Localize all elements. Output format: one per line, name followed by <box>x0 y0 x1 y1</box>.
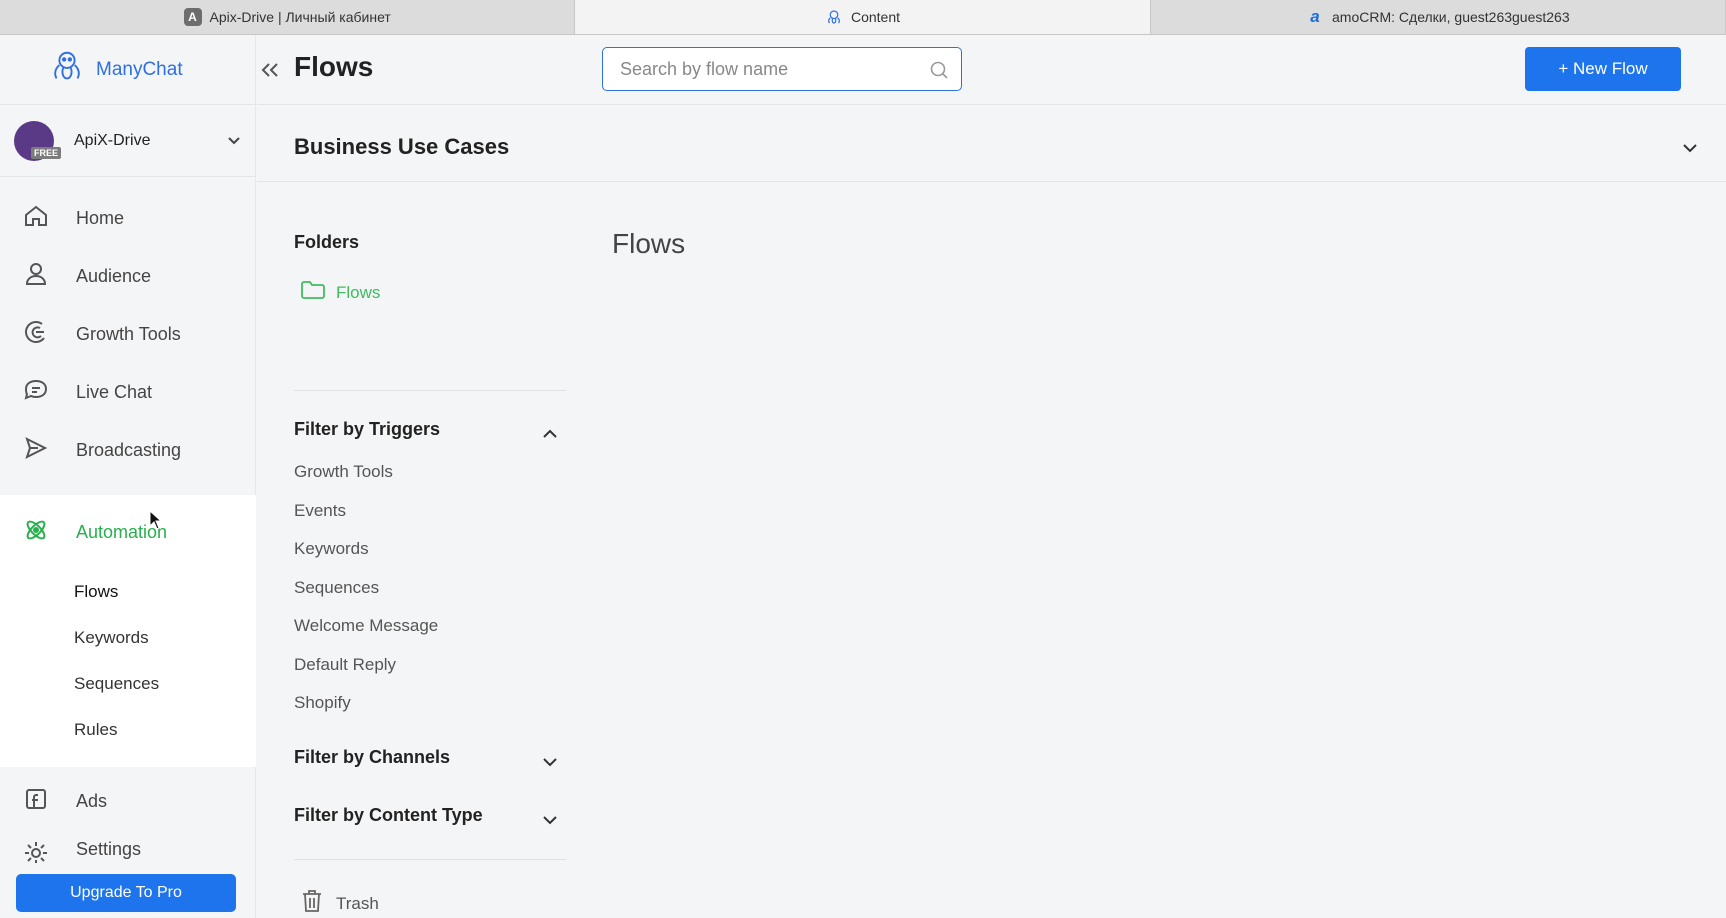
search-input[interactable] <box>620 56 920 82</box>
send-icon <box>22 434 50 467</box>
chevron-down-icon <box>227 133 241 151</box>
collapse-sidebar-icon[interactable] <box>257 57 283 83</box>
facebook-ads-icon <box>22 785 50 818</box>
account-switcher[interactable]: FREE ApiX-Drive <box>0 105 255 177</box>
avatar: FREE <box>14 120 62 161</box>
sidebar-subitem-flows[interactable]: Flows <box>0 569 256 615</box>
sidebar-item-label: Broadcasting <box>76 439 182 460</box>
tab-label: Content <box>850 9 901 25</box>
content-heading: Flows <box>612 228 686 259</box>
sidebar-item-live-chat[interactable]: Live Chat <box>0 363 255 421</box>
sidebar-item-label: Audience <box>76 265 152 286</box>
sidebar-item-label: Growth Tools <box>76 323 181 344</box>
automation-section: Automation Flows Keywords Sequences Rule… <box>0 495 256 767</box>
tab-label: Apix-Drive | Личный кабинет <box>209 9 391 25</box>
business-use-cases-panel[interactable]: Business Use Cases <box>257 106 1726 182</box>
filter-heading: Filter by Channels <box>294 747 451 767</box>
chat-bubble-icon <box>22 376 50 409</box>
sidebar-item-home[interactable]: Home <box>0 189 255 247</box>
manychat-logo-icon <box>48 48 86 91</box>
folder-icon <box>300 280 326 305</box>
browser-tab-strip: A Apix-Drive | Личный кабинет Content a … <box>0 0 1726 35</box>
trigger-filter-growth-tools[interactable]: Growth Tools <box>294 462 438 501</box>
sidebar-subitem-rules[interactable]: Rules <box>0 707 256 753</box>
trigger-filter-sequences[interactable]: Sequences <box>294 578 438 617</box>
sidebar-item-label: Home <box>76 207 125 228</box>
search-field[interactable] <box>602 47 962 91</box>
mouse-cursor-icon <box>149 509 163 535</box>
sidebar-item-label: Live Chat <box>76 381 153 402</box>
new-flow-button[interactable]: + New Flow <box>1525 47 1681 91</box>
sidebar-item-settings[interactable]: Settings <box>0 839 256 863</box>
sidebar-item-audience[interactable]: Audience <box>0 247 255 305</box>
divider <box>294 859 566 860</box>
filter-heading: Filter by Content Type <box>294 805 483 825</box>
trigger-filter-shopify[interactable]: Shopify <box>294 693 438 732</box>
growth-tools-icon <box>22 318 50 351</box>
automation-icon <box>22 516 50 549</box>
folder-label: Flows <box>336 282 381 302</box>
divider <box>294 390 566 391</box>
sidebar-item-label: Settings <box>76 839 142 859</box>
sidebar-subitem-sequences[interactable]: Sequences <box>0 661 256 707</box>
plan-badge: FREE <box>31 146 62 159</box>
brand-logo[interactable]: ManyChat <box>0 35 255 105</box>
account-name: ApiX-Drive <box>74 131 151 149</box>
trash-icon <box>300 888 324 918</box>
browser-tab-content[interactable]: Content <box>575 0 1151 34</box>
page-title: Flows <box>294 51 374 82</box>
trigger-filter-welcome-message[interactable]: Welcome Message <box>294 616 438 655</box>
home-icon <box>22 202 50 235</box>
filter-heading: Filter by Triggers <box>294 419 441 439</box>
tab-label: amoCRM: Сделки, guest263guest263 <box>1332 9 1570 25</box>
trash-label: Trash <box>336 893 379 913</box>
trash-link[interactable]: Trash <box>300 888 379 918</box>
brand-name: ManyChat <box>96 58 183 80</box>
folders-heading: Folders <box>294 232 360 252</box>
gear-icon <box>22 839 50 863</box>
sidebar: ManyChat FREE ApiX-Drive Home Audience G… <box>0 35 256 918</box>
search-icon <box>929 60 949 85</box>
trigger-filter-default-reply[interactable]: Default Reply <box>294 655 438 694</box>
business-use-cases-title: Business Use Cases <box>294 134 510 159</box>
upgrade-button[interactable]: Upgrade To Pro <box>16 874 236 912</box>
trigger-filter-list: Growth Tools Events Keywords Sequences W… <box>294 462 438 732</box>
top-header: Flows + New Flow <box>257 35 1726 105</box>
chevron-up-icon <box>542 423 558 444</box>
sidebar-item-growth-tools[interactable]: Growth Tools <box>0 305 255 363</box>
sidebar-item-ads[interactable]: Ads <box>0 772 256 830</box>
chevron-down-icon <box>542 751 558 772</box>
sidebar-item-broadcasting[interactable]: Broadcasting <box>0 421 255 479</box>
sidebar-nav: Home Audience Growth Tools Live Chat Bro… <box>0 189 255 479</box>
sidebar-item-automation[interactable]: Automation <box>0 495 256 569</box>
trigger-filter-events[interactable]: Events <box>294 501 438 540</box>
filter-by-triggers-toggle[interactable]: Filter by Triggers <box>294 419 566 440</box>
apix-drive-favicon: A <box>183 8 202 26</box>
trigger-filter-keywords[interactable]: Keywords <box>294 539 438 578</box>
amocrm-favicon: a <box>1310 7 1320 26</box>
filter-by-channels-toggle[interactable]: Filter by Channels <box>294 747 566 768</box>
chevron-down-icon <box>542 809 558 830</box>
folder-item-flows[interactable]: Flows <box>300 280 380 305</box>
sidebar-subitem-keywords[interactable]: Keywords <box>0 615 256 661</box>
filter-by-content-type-toggle[interactable]: Filter by Content Type <box>294 805 566 826</box>
manychat-favicon <box>825 8 843 26</box>
chevron-down-icon[interactable] <box>1682 140 1698 158</box>
browser-tab-apix-drive[interactable]: A Apix-Drive | Личный кабинет <box>0 0 576 34</box>
browser-tab-amocrm[interactable]: a amoCRM: Сделки, guest263guest263 <box>1151 0 1726 34</box>
sidebar-item-label: Ads <box>76 790 108 811</box>
user-icon <box>22 260 50 293</box>
